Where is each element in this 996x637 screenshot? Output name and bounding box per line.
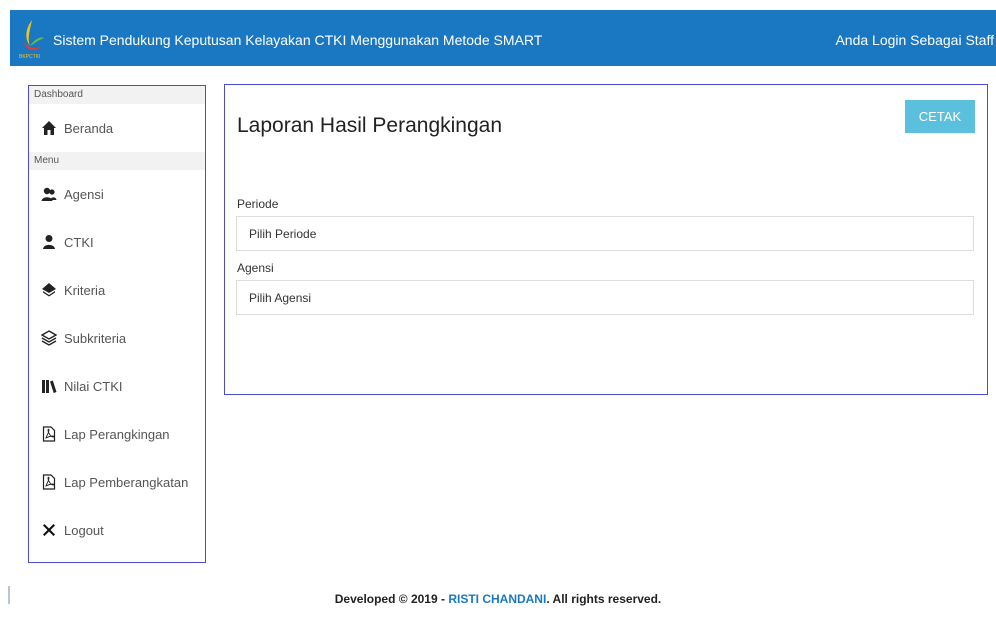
close-x-icon [41, 522, 57, 538]
agency-label: Agensi [237, 261, 274, 275]
app-title: Sistem Pendukung Keputusan Kelayakan CTK… [53, 32, 543, 48]
sidebar-section-dashboard: Dashboard [29, 86, 205, 104]
footer: Developed © 2019 - RISTI CHANDANI. All r… [0, 592, 996, 606]
user-icon [41, 234, 57, 250]
layers-icon [41, 330, 57, 346]
sidebar-item-label: Beranda [64, 120, 114, 136]
sidebar-item-kriteria[interactable]: Kriteria [29, 266, 205, 314]
sidebar-item-beranda[interactable]: Beranda [29, 104, 205, 152]
login-status: Anda Login Sebagai Staff [835, 32, 994, 48]
sidebar-item-label: Lap Perangkingan [64, 426, 170, 442]
users-icon [41, 186, 57, 202]
svg-text:BKPCTKI: BKPCTKI [19, 54, 40, 60]
sidebar-section-menu: Menu [29, 152, 205, 170]
sidebar-item-label: Agensi [64, 186, 104, 202]
org-logo-icon: BKPCTKI [18, 16, 46, 60]
agency-select[interactable]: Pilih Agensi [236, 280, 974, 315]
sidebar-item-lap-pemberangkatan[interactable]: Lap Pemberangkatan [29, 458, 205, 506]
period-select[interactable]: Pilih Periode [236, 216, 974, 251]
footer-author: RISTI CHANDANI [448, 592, 547, 606]
sidebar-item-nilai-ctki[interactable]: Nilai CTKI [29, 362, 205, 410]
period-label: Periode [237, 197, 279, 211]
home-icon [41, 120, 57, 136]
sidebar-item-label: Lap Pemberangkatan [64, 474, 189, 490]
diamond-icon [41, 282, 57, 298]
sidebar-item-label: CTKI [64, 234, 94, 250]
sidebar-item-agensi[interactable]: Agensi [29, 170, 205, 218]
footer-suffix: . All rights reserved. [546, 592, 662, 606]
footer-prefix: Developed © 2019 - [334, 592, 449, 606]
print-button[interactable]: CETAK [905, 100, 975, 133]
sidebar-item-lap-perangkingan[interactable]: Lap Perangkingan [29, 410, 205, 458]
pdf-file-icon [41, 426, 57, 442]
sidebar-item-logout[interactable]: Logout [29, 506, 205, 554]
sidebar-item-label: Kriteria [64, 282, 106, 298]
sidebar-item-subkriteria[interactable]: Subkriteria [29, 314, 205, 362]
library-icon [41, 378, 57, 394]
top-header: BKPCTKI Sistem Pendukung Keputusan Kelay… [10, 10, 996, 66]
sidebar-item-label: Nilai CTKI [64, 378, 123, 394]
sidebar-item-label: Logout [64, 522, 104, 538]
page-title: Laporan Hasil Perangkingan [237, 114, 503, 137]
sidebar: Dashboard Beranda Menu Agensi CTKI Krite… [28, 85, 206, 563]
sidebar-item-ctki[interactable]: CTKI [29, 218, 205, 266]
sidebar-item-label: Subkriteria [64, 330, 127, 346]
left-edge [0, 0, 10, 637]
pdf-file-icon [41, 474, 57, 490]
report-panel: Laporan Hasil Perangkingan CETAK Periode… [224, 84, 988, 395]
